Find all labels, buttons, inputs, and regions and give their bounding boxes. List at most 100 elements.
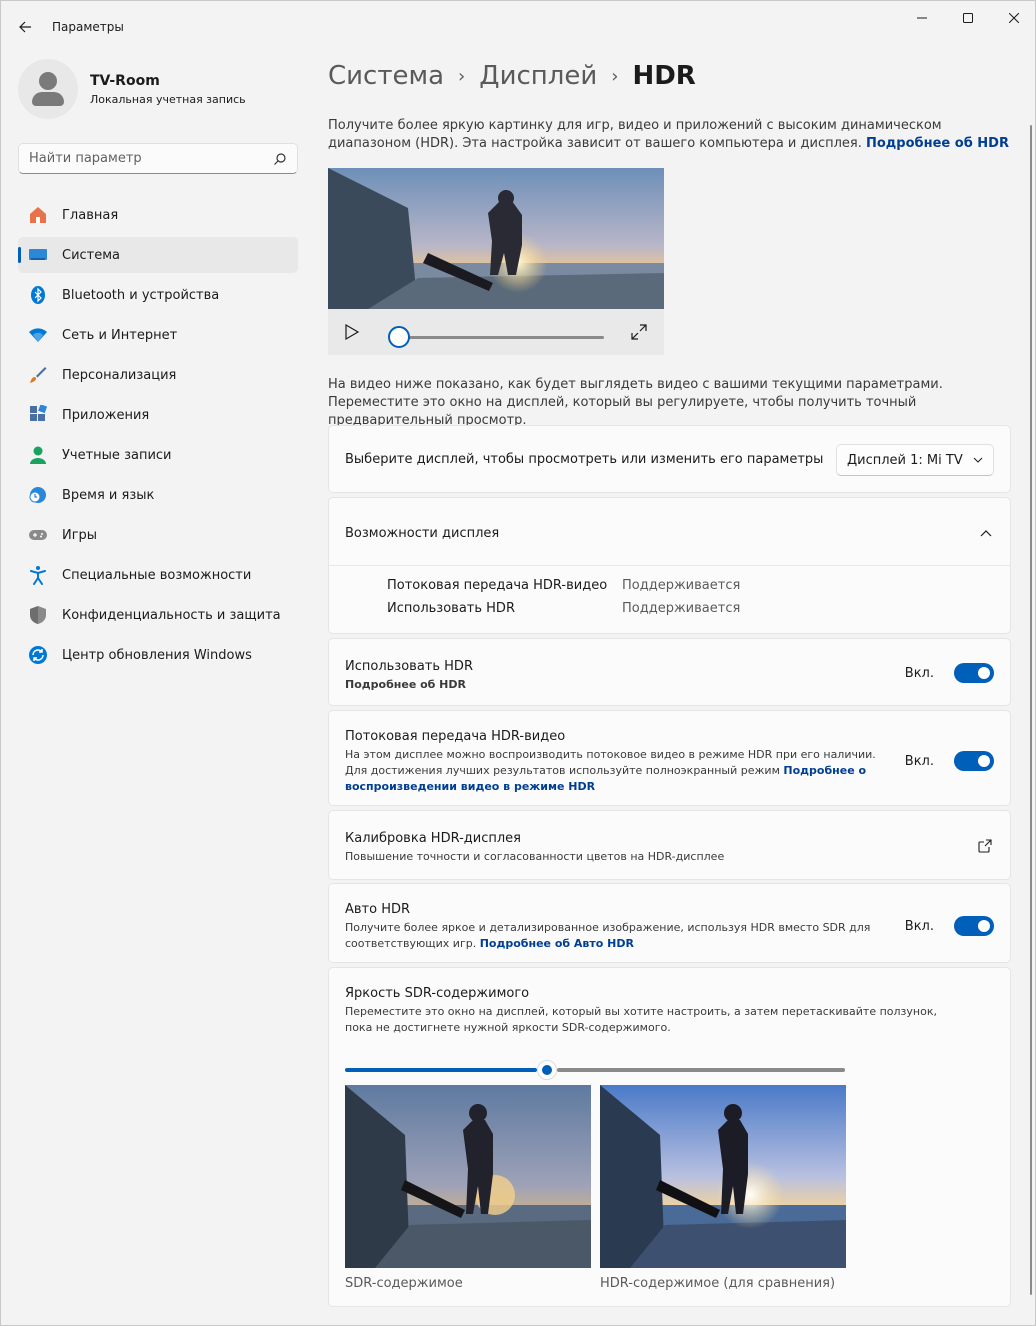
hdr-streaming-card: Потоковая передача HDR-видео На этом дис… <box>328 710 1011 806</box>
hdr-streaming-toggle[interactable] <box>954 751 994 771</box>
maximize-button[interactable] <box>945 1 991 35</box>
close-button[interactable] <box>991 1 1036 35</box>
sidebar-item-label: Персонализация <box>62 367 177 383</box>
use-hdr-title: Использовать HDR <box>345 659 473 674</box>
display-dropdown-value: Дисплей 1: Mi TV <box>847 452 963 468</box>
user-profile[interactable]: TV-Room Локальная учетная запись <box>18 59 246 119</box>
sdr-caption: SDR-содержимое <box>345 1276 463 1291</box>
close-icon <box>1009 13 1019 23</box>
auto-hdr-toggle[interactable] <box>954 916 994 936</box>
sdr-sample-image <box>345 1085 591 1268</box>
gamepad-icon <box>29 530 47 540</box>
sidebar-item-gaming[interactable]: Игры <box>18 517 298 553</box>
sdr-slider-fill[interactable] <box>345 1068 537 1072</box>
auto-hdr-card: Авто HDR Получите более яркое и детализи… <box>328 883 1011 963</box>
accessibility-icon <box>30 566 46 585</box>
seek-thumb[interactable] <box>388 326 410 348</box>
capability-name: Использовать HDR <box>387 601 515 616</box>
sidebar-item-home[interactable]: Главная <box>18 197 298 233</box>
chevron-right-icon: › <box>458 65 466 87</box>
search-box[interactable] <box>18 143 298 174</box>
brush-icon <box>30 367 47 383</box>
apps-icon <box>30 405 48 421</box>
preview-note: На видео ниже показано, как будет выгляд… <box>328 377 943 428</box>
sidebar-nav: Главная Система Bluetooth и устройства С… <box>18 197 298 677</box>
hdr-caption: HDR-содержимое (для сравнения) <box>600 1276 836 1291</box>
sidebar-item-privacy[interactable]: Конфиденциальность и защита <box>18 597 298 633</box>
fullscreen-icon[interactable] <box>631 324 647 340</box>
hdr-streaming-title: Потоковая передача HDR-видео <box>345 729 566 744</box>
seek-bar[interactable] <box>400 336 604 339</box>
sidebar-item-system[interactable]: Система <box>18 237 298 273</box>
sidebar-item-accessibility[interactable]: Специальные возможности <box>18 557 298 593</box>
sidebar-item-personalization[interactable]: Персонализация <box>18 357 298 393</box>
breadcrumb-system[interactable]: Система <box>328 61 444 91</box>
search-icon[interactable] <box>273 152 287 166</box>
sidebar-item-label: Bluetooth и устройства <box>62 287 220 303</box>
capability-value: Поддерживается <box>622 578 741 593</box>
calibration-title: Калибровка HDR-дисплея <box>345 831 521 846</box>
arrow-left-icon <box>19 21 31 33</box>
intro-description: Получите более яркую картинку для игр, в… <box>328 117 1018 153</box>
title-bar: Параметры <box>1 1 1036 51</box>
video-frame-image <box>328 168 664 309</box>
capability-name: Потоковая передача HDR-видео <box>387 578 608 593</box>
hdr-sample-image <box>600 1085 846 1268</box>
sidebar-item-apps[interactable]: Приложения <box>18 397 298 433</box>
sidebar-item-bluetooth[interactable]: Bluetooth и устройства <box>18 277 298 313</box>
external-link-icon[interactable] <box>978 839 992 853</box>
wifi-icon <box>29 328 47 342</box>
sidebar-item-label: Главная <box>62 207 119 223</box>
auto-hdr-description: Получите более яркое и детализированное … <box>345 920 875 952</box>
use-hdr-learn-more-link[interactable]: Подробнее об HDR <box>345 677 466 693</box>
play-icon[interactable] <box>344 323 360 341</box>
capability-row: Использовать HDR Поддерживается <box>387 601 740 616</box>
hdr-calibration-card[interactable]: Калибровка HDR-дисплея Повышение точност… <box>328 810 1011 880</box>
maximize-icon <box>963 13 973 23</box>
sidebar-item-label: Специальные возможности <box>62 567 252 583</box>
capabilities-title: Возможности дисплея <box>345 526 500 541</box>
video-player-controls <box>328 309 664 355</box>
sdr-brightness-description: Переместите это окно на дисплей, который… <box>345 1005 937 1034</box>
update-icon <box>29 646 47 664</box>
sdr-slider-track[interactable] <box>557 1068 845 1072</box>
sdr-brightness-card: Яркость SDR-содержимого Переместите это … <box>328 967 1011 1307</box>
sidebar-item-accounts[interactable]: Учетные записи <box>18 437 298 473</box>
bluetooth-icon <box>31 286 45 304</box>
display-select-card: Выберите дисплей, чтобы просмотреть или … <box>328 425 1011 493</box>
display-dropdown[interactable]: Дисплей 1: Mi TV <box>836 444 994 476</box>
sidebar-item-label: Приложения <box>62 407 150 423</box>
sidebar-item-time-language[interactable]: Время и язык <box>18 477 298 513</box>
hdr-video-preview <box>328 168 664 309</box>
system-icon <box>29 249 47 260</box>
use-hdr-state: Вкл. <box>904 665 934 681</box>
scrollbar[interactable] <box>1030 125 1032 1295</box>
user-name: TV-Room <box>90 72 160 89</box>
sidebar-item-network[interactable]: Сеть и Интернет <box>18 317 298 353</box>
auto-hdr-learn-more-link[interactable]: Подробнее об Авто HDR <box>480 937 634 950</box>
display-select-label: Выберите дисплей, чтобы просмотреть или … <box>345 452 824 467</box>
app-title: Параметры <box>52 20 124 34</box>
auto-hdr-state: Вкл. <box>904 918 934 934</box>
user-account-type: Локальная учетная запись <box>90 92 246 106</box>
home-icon <box>30 207 46 223</box>
sidebar-item-label: Игры <box>62 527 98 543</box>
display-capabilities-card: Возможности дисплея Потоковая передача H… <box>328 497 1011 634</box>
clock-globe-icon <box>29 487 46 503</box>
use-hdr-toggle[interactable] <box>954 663 994 683</box>
sidebar-item-label: Время и язык <box>62 487 155 503</box>
search-input[interactable] <box>29 151 273 166</box>
calibration-description: Повышение точности и согласованности цве… <box>345 850 725 863</box>
person-icon <box>30 446 46 464</box>
breadcrumb-display[interactable]: Дисплей <box>479 61 597 91</box>
back-button[interactable] <box>11 13 39 41</box>
sdr-slider-thumb[interactable] <box>537 1060 557 1080</box>
intro-text: Получите более яркую картинку для игр, в… <box>328 118 942 151</box>
sidebar-item-windows-update[interactable]: Центр обновления Windows <box>18 637 298 673</box>
minimize-button[interactable] <box>899 1 945 35</box>
window-controls <box>899 1 1036 35</box>
chevron-down-icon <box>973 457 983 463</box>
chevron-up-icon[interactable] <box>980 529 992 537</box>
capabilities-header[interactable]: Возможности дисплея <box>329 498 1010 566</box>
learn-more-hdr-link[interactable]: Подробнее об HDR <box>866 136 1009 151</box>
